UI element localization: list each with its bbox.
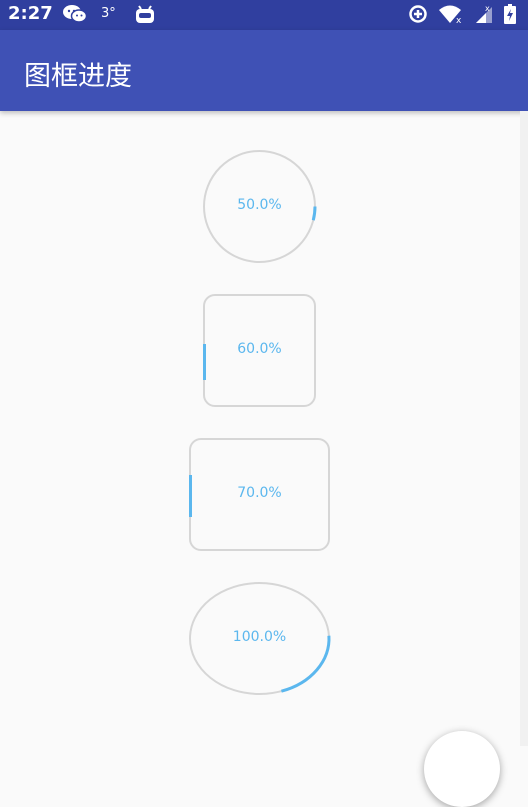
scrollbar-track — [520, 111, 528, 746]
wechat-icon — [62, 4, 88, 28]
temperature-text: 3° — [101, 6, 116, 21]
page-title: 图框进度 — [24, 61, 132, 92]
signal-icon: x — [474, 4, 494, 28]
svg-text:x: x — [456, 16, 462, 24]
battery-icon — [504, 4, 516, 28]
sync-icon — [408, 4, 428, 28]
wifi-icon: x — [438, 4, 464, 28]
app-toolbar: 图框进度 — [0, 30, 528, 111]
rounded-square-progress: 60.0% — [203, 294, 316, 407]
circle-progress: 50.0% — [203, 150, 317, 263]
status-time: 2:27 — [8, 3, 53, 24]
progress-label: 60.0% — [237, 341, 282, 357]
svg-text:x: x — [485, 4, 490, 13]
floating-action-button[interactable] — [424, 731, 500, 807]
progress-label: 100.0% — [232, 629, 287, 645]
progress-label: 50.0% — [237, 197, 282, 213]
rounded-rectangle-progress: 70.0% — [189, 438, 330, 551]
progress-label: 70.0% — [237, 485, 282, 501]
android-icon — [134, 4, 156, 28]
status-bar: 2:27 3° x x — [0, 0, 528, 30]
ellipse-progress: 100.0% — [189, 582, 331, 695]
